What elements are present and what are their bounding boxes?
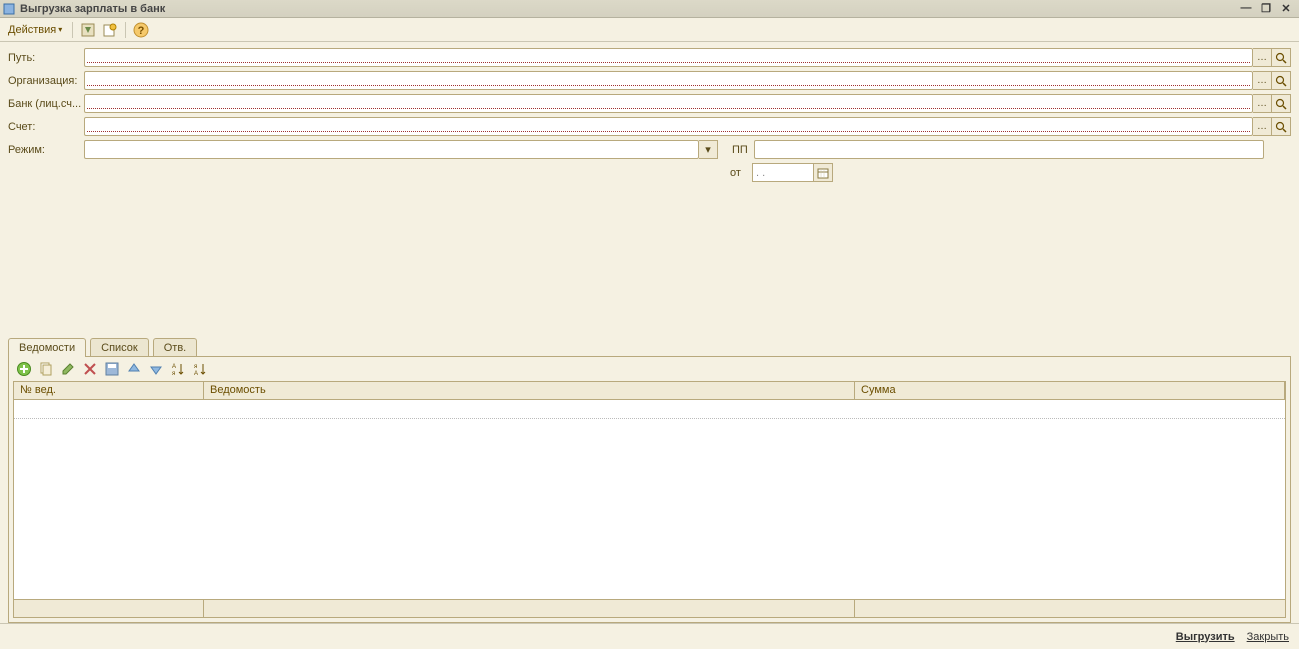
toolbar-icon-1[interactable] bbox=[79, 21, 97, 39]
org-search-button[interactable] bbox=[1272, 71, 1291, 90]
account-label: Счет: bbox=[8, 121, 84, 133]
svg-text:?: ? bbox=[138, 25, 145, 37]
grid-toolbar: Aя яA bbox=[9, 357, 1290, 381]
save-icon[interactable] bbox=[103, 360, 121, 378]
col-sum[interactable]: Сумма bbox=[855, 382, 1285, 399]
org-label: Организация: bbox=[8, 75, 84, 87]
svg-text:A: A bbox=[194, 371, 198, 377]
bank-input[interactable] bbox=[84, 94, 1253, 113]
titlebar: Выгрузка зарплаты в банк — ❐ ✕ bbox=[0, 0, 1299, 18]
window-title: Выгрузка зарплаты в банк bbox=[20, 3, 1239, 15]
sort-desc-icon[interactable]: яA bbox=[191, 360, 209, 378]
pp-input[interactable] bbox=[754, 140, 1264, 159]
app-icon bbox=[2, 2, 16, 16]
tab-otv[interactable]: Отв. bbox=[153, 338, 198, 357]
sort-asc-icon[interactable]: Aя bbox=[169, 360, 187, 378]
export-button[interactable]: Выгрузить bbox=[1176, 631, 1235, 643]
account-search-button[interactable] bbox=[1272, 117, 1291, 136]
col-vedomost[interactable]: Ведомость bbox=[204, 382, 855, 399]
up-icon[interactable] bbox=[125, 360, 143, 378]
mode-dropdown-button[interactable]: ▾ bbox=[699, 140, 718, 159]
main-toolbar: Действия ? bbox=[0, 18, 1299, 42]
date-input[interactable]: . . bbox=[752, 163, 814, 182]
grid: № вед. Ведомость Сумма bbox=[13, 381, 1286, 619]
date-picker-button[interactable] bbox=[814, 163, 833, 182]
account-input[interactable] bbox=[84, 117, 1253, 136]
account-browse-button[interactable]: … bbox=[1253, 117, 1272, 136]
grid-body[interactable] bbox=[14, 400, 1285, 600]
date-placeholder: . . bbox=[756, 167, 765, 179]
mode-select[interactable] bbox=[84, 140, 699, 159]
mode-label: Режим: bbox=[8, 144, 84, 156]
grid-footer bbox=[14, 599, 1285, 617]
svg-text:A: A bbox=[172, 364, 176, 370]
actions-menu[interactable]: Действия bbox=[4, 22, 66, 38]
bank-label: Банк (лиц.сч... bbox=[8, 98, 84, 110]
path-browse-button[interactable]: … bbox=[1253, 48, 1272, 67]
bank-browse-button[interactable]: … bbox=[1253, 94, 1272, 113]
col-number[interactable]: № вед. bbox=[14, 382, 204, 399]
tab-body: Aя яA № вед. Ведомость Сумма bbox=[8, 356, 1291, 624]
down-icon[interactable] bbox=[147, 360, 165, 378]
bank-search-button[interactable] bbox=[1272, 94, 1291, 113]
minimize-button[interactable]: — bbox=[1239, 2, 1253, 15]
grid-header: № вед. Ведомость Сумма bbox=[14, 382, 1285, 400]
bottom-bar: Выгрузить Закрыть bbox=[0, 623, 1299, 649]
edit-icon[interactable] bbox=[59, 360, 77, 378]
toolbar-separator bbox=[125, 22, 126, 38]
add-icon[interactable] bbox=[15, 360, 33, 378]
delete-icon[interactable] bbox=[81, 360, 99, 378]
path-input[interactable] bbox=[84, 48, 1253, 67]
svg-text:я: я bbox=[172, 371, 175, 377]
pp-label: ПП bbox=[732, 144, 754, 156]
org-input[interactable] bbox=[84, 71, 1253, 90]
maximize-button[interactable]: ❐ bbox=[1259, 2, 1273, 15]
close-link[interactable]: Закрыть bbox=[1247, 631, 1289, 643]
path-label: Путь: bbox=[8, 52, 84, 64]
org-browse-button[interactable]: … bbox=[1253, 71, 1272, 90]
help-icon[interactable]: ? bbox=[132, 21, 150, 39]
toolbar-icon-2[interactable] bbox=[101, 21, 119, 39]
close-button[interactable]: ✕ bbox=[1279, 2, 1293, 15]
from-label: от bbox=[730, 167, 752, 179]
tab-vedomosti[interactable]: Ведомости bbox=[8, 338, 86, 357]
path-search-button[interactable] bbox=[1272, 48, 1291, 67]
tab-spisok[interactable]: Список bbox=[90, 338, 149, 357]
copy-icon[interactable] bbox=[37, 360, 55, 378]
svg-text:я: я bbox=[194, 364, 197, 370]
toolbar-separator bbox=[72, 22, 73, 38]
tabs-area: Ведомости Список Отв. bbox=[8, 337, 1291, 624]
tabs-strip: Ведомости Список Отв. bbox=[8, 337, 1291, 357]
